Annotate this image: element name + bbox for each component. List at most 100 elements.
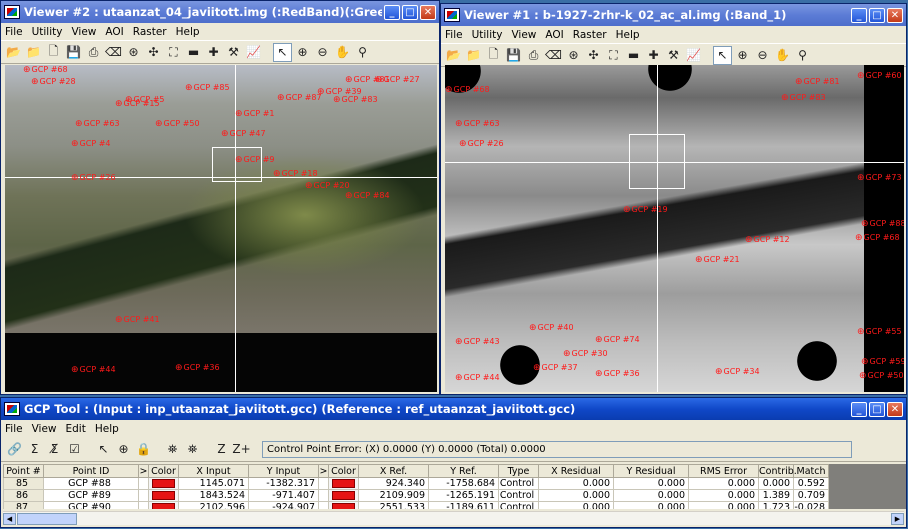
cell-y_in[interactable]: -924.907 <box>248 501 319 509</box>
chart-icon[interactable]: 📈 <box>244 43 263 62</box>
row-selector[interactable] <box>318 477 329 490</box>
close-button[interactable]: ✕ <box>887 401 903 417</box>
row-selector[interactable] <box>318 489 329 502</box>
gcp-marker[interactable]: GCP #28 <box>31 77 76 87</box>
cell-y_res[interactable]: 0.000 <box>613 501 689 509</box>
calc-icon[interactable]: Σ̸ <box>45 440 64 459</box>
maximize-button[interactable]: □ <box>402 4 418 20</box>
cell-contrib[interactable]: 1.723 <box>758 501 794 509</box>
menu-view[interactable]: View <box>511 29 536 41</box>
gcp-tool-titlebar[interactable]: GCP Tool : (Input : inp_utaanzat_javiito… <box>1 398 906 420</box>
cell-y_ref[interactable]: -1758.684 <box>428 477 499 490</box>
crosshair-icon[interactable]: ✚ <box>644 46 663 65</box>
gcp-marker[interactable]: GCP #59 <box>861 357 904 367</box>
crosshair-vertical[interactable] <box>657 65 658 392</box>
menu-utility[interactable]: Utility <box>472 29 503 41</box>
table-row[interactable]: 85 GCP #88 1145.071 -1382.317 924.340 -1758.6… <box>3 477 829 490</box>
gcp-color-swatch[interactable] <box>148 489 179 502</box>
column-header[interactable]: X Input <box>178 464 249 478</box>
binoculars-icon[interactable]: ⛯ <box>163 440 182 459</box>
gcp-marker[interactable]: GCP #39 <box>317 87 362 97</box>
menu-aoi[interactable]: AOI <box>545 29 563 41</box>
maximize-button[interactable]: □ <box>869 401 885 417</box>
gcp-marker[interactable]: GCP #30 <box>563 349 608 359</box>
cell-x_in[interactable]: 2102.596 <box>178 501 249 509</box>
gcp-marker[interactable]: GCP #20 <box>305 181 350 191</box>
hammer-icon[interactable]: ⚒ <box>224 43 243 62</box>
table-row[interactable]: 86 GCP #89 1843.524 -971.407 2109.909 -1265.1… <box>3 489 829 502</box>
gcp-marker[interactable]: GCP #68 <box>855 233 900 243</box>
eraser-icon[interactable]: ⌫ <box>104 43 123 62</box>
menu-raster[interactable]: Raster <box>133 26 167 38</box>
gcp-marker[interactable]: GCP #84 <box>345 191 390 201</box>
dash-icon[interactable]: ▬ <box>184 43 203 62</box>
create-gcp-icon[interactable]: ⊕ <box>114 440 133 459</box>
viewer2-image[interactable]: GCP #68 GCP #28 GCP #63 GCP #4 GCP #26 GCP #5… <box>5 65 437 392</box>
scroll-thumb[interactable] <box>17 513 77 525</box>
cell-rms[interactable]: 0.000 <box>688 477 759 490</box>
gcp-marker[interactable]: GCP #18 <box>273 169 318 179</box>
cell-x_ref[interactable]: 2109.909 <box>358 489 429 502</box>
folder-icon[interactable]: 📁 <box>464 46 483 65</box>
open-folder-icon[interactable]: 📂 <box>444 46 463 65</box>
column-header[interactable]: Match <box>793 464 829 478</box>
cell-rms[interactable]: 0.000 <box>688 489 759 502</box>
gcp-marker[interactable]: GCP #44 <box>455 373 500 383</box>
cell-x_ref[interactable]: 924.340 <box>358 477 429 490</box>
menu-aoi[interactable]: AOI <box>105 26 123 38</box>
expand-icon[interactable]: ⛶ <box>604 46 623 65</box>
gcp-color-swatch[interactable] <box>148 477 179 490</box>
gcp-marker[interactable]: GCP #88 <box>861 219 904 229</box>
viewer1-titlebar[interactable]: Viewer #1 : b-1927-2rhr-k_02_ac_al.img (… <box>441 4 906 26</box>
link-box[interactable] <box>629 134 685 189</box>
zoom-in-icon[interactable]: ⊕ <box>293 43 312 62</box>
gcp-marker[interactable]: GCP #85 <box>185 83 230 93</box>
menu-help[interactable]: Help <box>176 26 200 38</box>
scroll-left-arrow-icon[interactable]: ◀ <box>3 513 16 525</box>
gcp-marker[interactable]: GCP #83 <box>781 93 826 103</box>
cell-y_ref[interactable]: -1189.611 <box>428 501 499 509</box>
gcp-marker[interactable]: GCP #50 <box>155 119 200 129</box>
checkbox-icon[interactable]: ☑ <box>65 440 84 459</box>
column-header[interactable]: Type <box>498 464 539 478</box>
pointer-icon[interactable]: ↖ <box>713 45 732 65</box>
minimize-button[interactable]: _ <box>851 401 867 417</box>
column-header[interactable]: > <box>318 464 329 478</box>
gcp-marker[interactable]: GCP #60 <box>857 71 902 81</box>
inquire-icon[interactable]: ⚲ <box>353 43 372 62</box>
sigma-icon[interactable]: Σ <box>25 440 44 459</box>
zoom-in-icon[interactable]: ⊕ <box>733 46 752 65</box>
column-header[interactable]: Contrib. <box>758 464 797 478</box>
minimize-button[interactable]: _ <box>851 7 867 23</box>
gcp-marker[interactable]: GCP #40 <box>529 323 574 333</box>
inquire-icon[interactable]: ⚲ <box>793 46 812 65</box>
column-header[interactable]: Y Input <box>248 464 319 478</box>
gcp-marker[interactable]: GCP #4 <box>71 139 111 149</box>
column-header[interactable]: Color <box>328 464 359 478</box>
gcp-marker[interactable]: GCP #81 <box>795 77 840 87</box>
cell-contrib[interactable]: 1.389 <box>758 489 794 502</box>
gcp-marker[interactable]: GCP #43 <box>455 337 500 347</box>
pan-hand-icon[interactable]: ✋ <box>333 43 352 62</box>
column-header[interactable]: Y Residual <box>613 464 689 478</box>
viewer2-titlebar[interactable]: Viewer #2 : utaanzat_04_javiitott.img (:… <box>1 1 439 23</box>
cell-num[interactable]: 85 <box>3 477 44 490</box>
gcp-marker[interactable]: GCP #19 <box>623 205 668 215</box>
dash-icon[interactable]: ▬ <box>624 46 643 65</box>
gcp-color-swatch[interactable] <box>328 489 359 502</box>
menu-file[interactable]: File <box>5 423 23 435</box>
gcp-marker[interactable]: GCP #21 <box>695 255 740 265</box>
open-folder-icon[interactable]: 📂 <box>4 43 23 62</box>
gcp-marker[interactable]: GCP #34 <box>715 367 760 377</box>
menu-utility[interactable]: Utility <box>32 26 63 38</box>
zoom-out-icon[interactable]: ⊖ <box>753 46 772 65</box>
gcp-color-swatch[interactable] <box>328 477 359 490</box>
horizontal-scrollbar[interactable]: ◀ ▶ <box>3 511 904 525</box>
column-header[interactable]: > <box>138 464 149 478</box>
binoculars-alt-icon[interactable]: ⛯ <box>183 440 202 459</box>
menu-help[interactable]: Help <box>616 29 640 41</box>
row-selector[interactable] <box>138 477 149 490</box>
row-selector[interactable] <box>318 501 329 509</box>
gcp-marker[interactable]: GCP #63 <box>455 119 500 129</box>
menu-help[interactable]: Help <box>95 423 119 435</box>
